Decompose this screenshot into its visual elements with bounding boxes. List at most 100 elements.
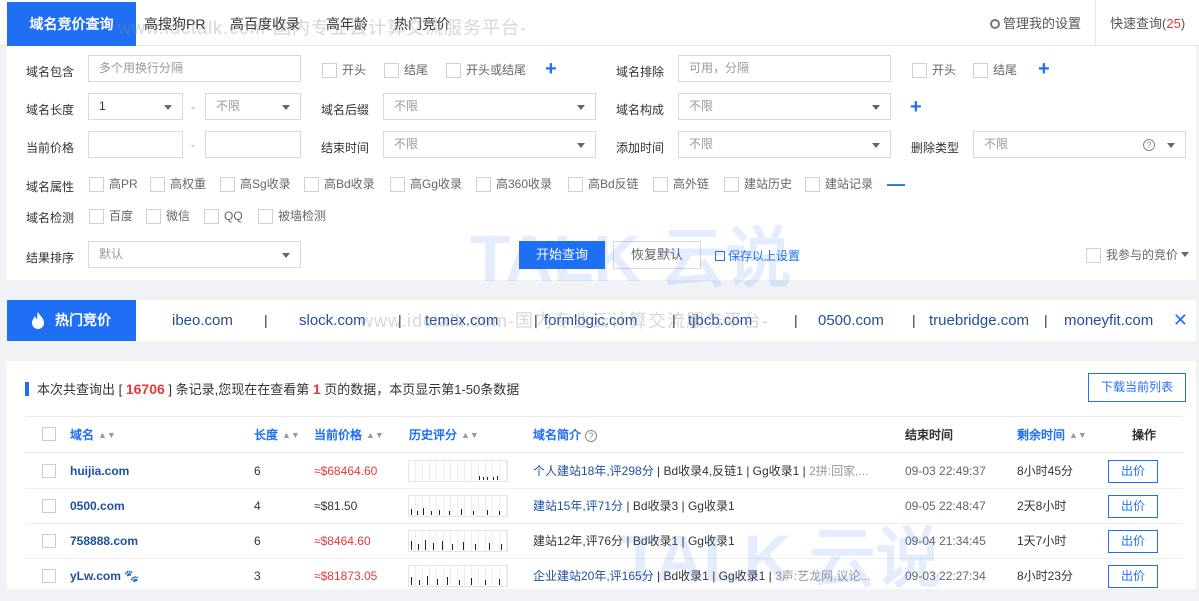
hot-item-0500[interactable]: 0500.com — [818, 300, 884, 341]
row-checkbox[interactable] — [42, 499, 56, 513]
exclude-input[interactable]: 可用，分隔 — [678, 55, 891, 82]
quick-search-link[interactable]: 快速查询(25) — [1095, 0, 1199, 46]
attr-high-360-checkbox[interactable]: 高360收录 — [476, 177, 552, 192]
length-min-select[interactable]: 1 — [88, 93, 183, 120]
check-qq-checkbox[interactable]: QQ — [204, 209, 243, 224]
tab-high-baidu-index[interactable]: 高百度收录 — [218, 0, 312, 46]
hot-item-truebridge[interactable]: truebridge.com — [929, 300, 1029, 341]
row-intro-main[interactable]: 建站15年,评71分 — [533, 499, 623, 513]
sort-icon: ▲▼ — [366, 430, 384, 440]
reset-button[interactable]: 恢复默认 — [613, 241, 701, 269]
suffix-select[interactable]: 不限 — [383, 93, 596, 120]
close-icon[interactable]: ✕ — [1173, 300, 1188, 341]
hot-item-temex[interactable]: temex.com — [425, 300, 498, 341]
row-domain[interactable]: 758888.com — [70, 524, 138, 559]
tab-high-age[interactable]: 高年龄 — [314, 0, 380, 46]
tab-hot-bids[interactable]: 热门竞价 — [382, 0, 462, 46]
sort-select[interactable]: 默认 — [88, 241, 301, 268]
compose-add-icon[interactable]: + — [910, 97, 922, 117]
attr-high-bd-checkbox[interactable]: 高Bd收录 — [304, 177, 375, 192]
col-action: 操作 — [1132, 428, 1157, 442]
search-button[interactable]: 开始查询 — [519, 241, 605, 269]
delete-type-select[interactable]: 不限? — [973, 131, 1186, 158]
bid-button[interactable]: 出价 — [1108, 530, 1158, 553]
my-bids-checkbox[interactable]: 我参与的竞价 — [1086, 248, 1190, 263]
col-domain[interactable]: 域名 ▲▼ — [70, 417, 116, 453]
bid-button[interactable]: 出价 — [1108, 495, 1158, 518]
col-price[interactable]: 当前价格 ▲▼ — [314, 417, 384, 453]
bid-button[interactable]: 出价 — [1108, 460, 1158, 483]
tab-domain-bid-search[interactable]: 域名竞价查询 — [7, 2, 136, 46]
col-remain-label: 剩余时间 — [1017, 428, 1066, 442]
add-time-select[interactable]: 不限 — [678, 131, 891, 158]
chevron-down-icon — [577, 105, 585, 110]
results-panel: 本次共查询出 [ 16706 ] 条记录,您现在在查看第 1 页的数据，本页显示… — [7, 361, 1196, 594]
add-time-label: 添加时间 — [616, 141, 665, 155]
row-intro-main[interactable]: 企业建站20年,评165分 — [533, 569, 654, 583]
hot-item-formlogic[interactable]: formlogic.com — [544, 300, 637, 341]
save-settings-link[interactable]: 保存以上设置 — [715, 247, 800, 264]
help-icon[interactable]: ? — [1143, 139, 1155, 151]
save-icon — [715, 251, 725, 261]
col-price-label: 当前价格 — [314, 428, 363, 442]
row-intro: 个人建站18年,评298分 | Bd收录4,反链1 | Gg收录1 | 2拼:回… — [533, 454, 873, 489]
tab-high-sogou-pr[interactable]: 高搜狗PR — [132, 0, 217, 46]
exclude-add-icon[interactable]: + — [1038, 59, 1050, 79]
delete-type-value: 不限 — [984, 137, 1009, 151]
check-blocked-checkbox[interactable]: 被墙检测 — [258, 209, 326, 224]
quick-search-close: ) — [1180, 16, 1186, 31]
attr-high-outlink-checkbox[interactable]: 高外链 — [653, 177, 709, 192]
end-time-select[interactable]: 不限 — [383, 131, 596, 158]
hot-sep: | — [672, 312, 676, 328]
gear-icon — [990, 19, 1000, 29]
row-remain: 2天8小时 — [1017, 499, 1067, 513]
contains-end-checkbox[interactable]: 结尾 — [384, 63, 428, 78]
hot-sep: | — [912, 312, 916, 328]
row-domain[interactable]: 0500.com — [70, 489, 125, 524]
exclude-start-checkbox[interactable]: 开头 — [912, 63, 956, 78]
compose-select[interactable]: 不限 — [678, 93, 891, 120]
select-all-checkbox[interactable] — [42, 427, 56, 441]
attr-high-weight-checkbox[interactable]: 高权重 — [150, 177, 206, 192]
check-baidu-checkbox[interactable]: 百度 — [89, 209, 133, 224]
exclude-end-checkbox[interactable]: 结尾 — [973, 63, 1017, 78]
contains-start-or-end-checkbox[interactable]: 开头或结尾 — [446, 63, 526, 78]
row-checkbox[interactable] — [42, 464, 56, 478]
contains-add-icon[interactable]: + — [545, 59, 557, 79]
download-list-button[interactable]: 下载当前列表 — [1088, 373, 1186, 402]
attr-high-gg-checkbox[interactable]: 高Gg收录 — [390, 177, 462, 192]
row-checkbox[interactable] — [42, 534, 56, 548]
suffix-label: 域名后缀 — [321, 103, 370, 117]
hot-item-ibeo[interactable]: ibeo.com — [172, 300, 233, 341]
hot-item-slock[interactable]: slock.com — [299, 300, 366, 341]
col-remain[interactable]: 剩余时间 ▲▼ — [1017, 417, 1087, 453]
col-history[interactable]: 历史评分 ▲▼ — [409, 417, 479, 453]
col-length[interactable]: 长度 ▲▼ — [254, 417, 300, 453]
attr-site-record-checkbox[interactable]: 建站记录 — [805, 177, 873, 192]
contains-start-checkbox[interactable]: 开头 — [322, 63, 366, 78]
price-min-input[interactable] — [88, 131, 183, 158]
row-intro-main[interactable]: 个人建站18年,评298分 — [533, 464, 654, 478]
contains-input[interactable]: 多个用换行分隔 — [88, 55, 301, 82]
hot-item-tjbcb[interactable]: tjbcb.com — [688, 300, 752, 341]
length-max-select[interactable]: 不限 — [205, 93, 301, 120]
row-domain[interactable]: huijia.com — [70, 454, 129, 489]
history-score-chart — [408, 565, 508, 587]
current-page: 1 — [312, 381, 321, 397]
sort-value: 默认 — [99, 247, 124, 261]
manage-settings-link[interactable]: 管理我的设置 — [990, 0, 1081, 46]
attr-high-sg-checkbox[interactable]: 高Sg收录 — [220, 177, 291, 192]
attr-site-history-checkbox[interactable]: 建站历史 — [724, 177, 792, 192]
attr-high-pr-checkbox[interactable]: 高PR — [89, 177, 138, 192]
hot-item-moneyfit[interactable]: moneyfit.com — [1064, 300, 1153, 341]
attr-collapse-icon[interactable]: — — [887, 175, 905, 193]
top-tab-bar: 域名竞价查询 高搜狗PR 高百度收录 高年龄 热门竞价 管理我的设置 快速查询(… — [0, 0, 1199, 46]
price-max-input[interactable] — [205, 131, 301, 158]
compose-label: 域名构成 — [616, 103, 665, 117]
col-intro-label: 域名简介 — [533, 428, 582, 442]
row-checkbox[interactable] — [42, 569, 56, 583]
help-icon[interactable]: ? — [585, 430, 598, 442]
bid-button[interactable]: 出价 — [1108, 565, 1158, 588]
check-wechat-checkbox[interactable]: 微信 — [146, 209, 190, 224]
attr-high-bd-backlink-checkbox[interactable]: 高Bd反链 — [568, 177, 639, 192]
